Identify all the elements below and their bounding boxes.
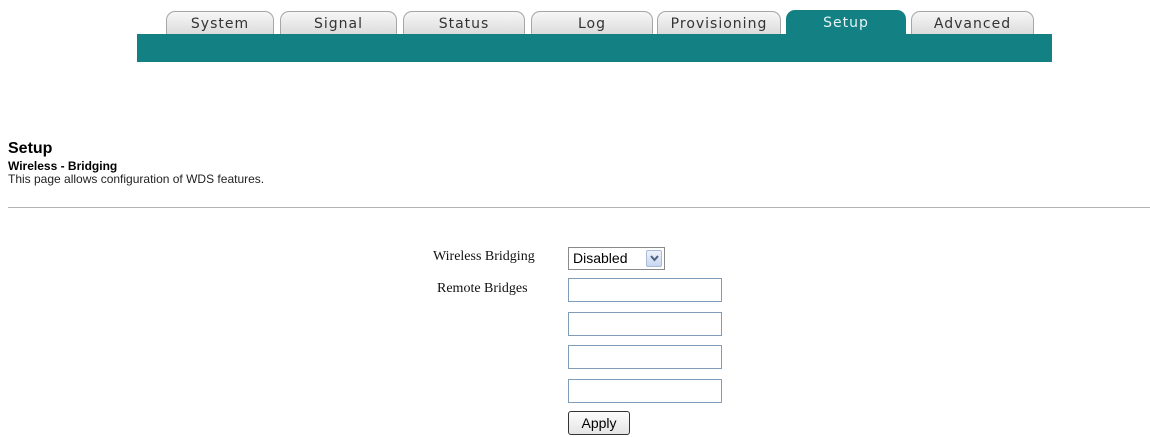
tab-bar: System Signal Status Log Provisioning Se… — [137, 10, 1052, 63]
page-description: This page allows configuration of WDS fe… — [8, 172, 265, 186]
divider — [8, 207, 1150, 208]
tab-setup[interactable]: Setup — [786, 10, 906, 34]
tab-signal[interactable]: Signal — [280, 11, 397, 34]
remote-bridge-input-4[interactable] — [568, 379, 722, 403]
remote-bridge-input-1[interactable] — [568, 278, 722, 302]
page-title: Setup — [8, 140, 53, 157]
remote-bridge-input-3[interactable] — [568, 345, 722, 369]
remote-bridge-input-2[interactable] — [568, 312, 722, 336]
wireless-bridging-label: Wireless Bridging — [433, 249, 535, 264]
tab-underline-bar — [137, 34, 1052, 62]
chevron-down-icon[interactable] — [646, 250, 662, 267]
tab-status[interactable]: Status — [403, 11, 525, 34]
tab-log[interactable]: Log — [531, 11, 653, 34]
remote-bridges-label: Remote Bridges — [437, 281, 528, 296]
tab-system[interactable]: System — [166, 11, 274, 34]
page-subtitle: Wireless - Bridging — [8, 159, 118, 173]
apply-button[interactable]: Apply — [568, 411, 630, 435]
tab-provisioning[interactable]: Provisioning — [657, 11, 781, 34]
wireless-bridging-select[interactable]: Disabled — [568, 247, 665, 270]
tab-advanced[interactable]: Advanced — [911, 11, 1034, 34]
wireless-bridging-value: Disabled — [573, 250, 628, 266]
